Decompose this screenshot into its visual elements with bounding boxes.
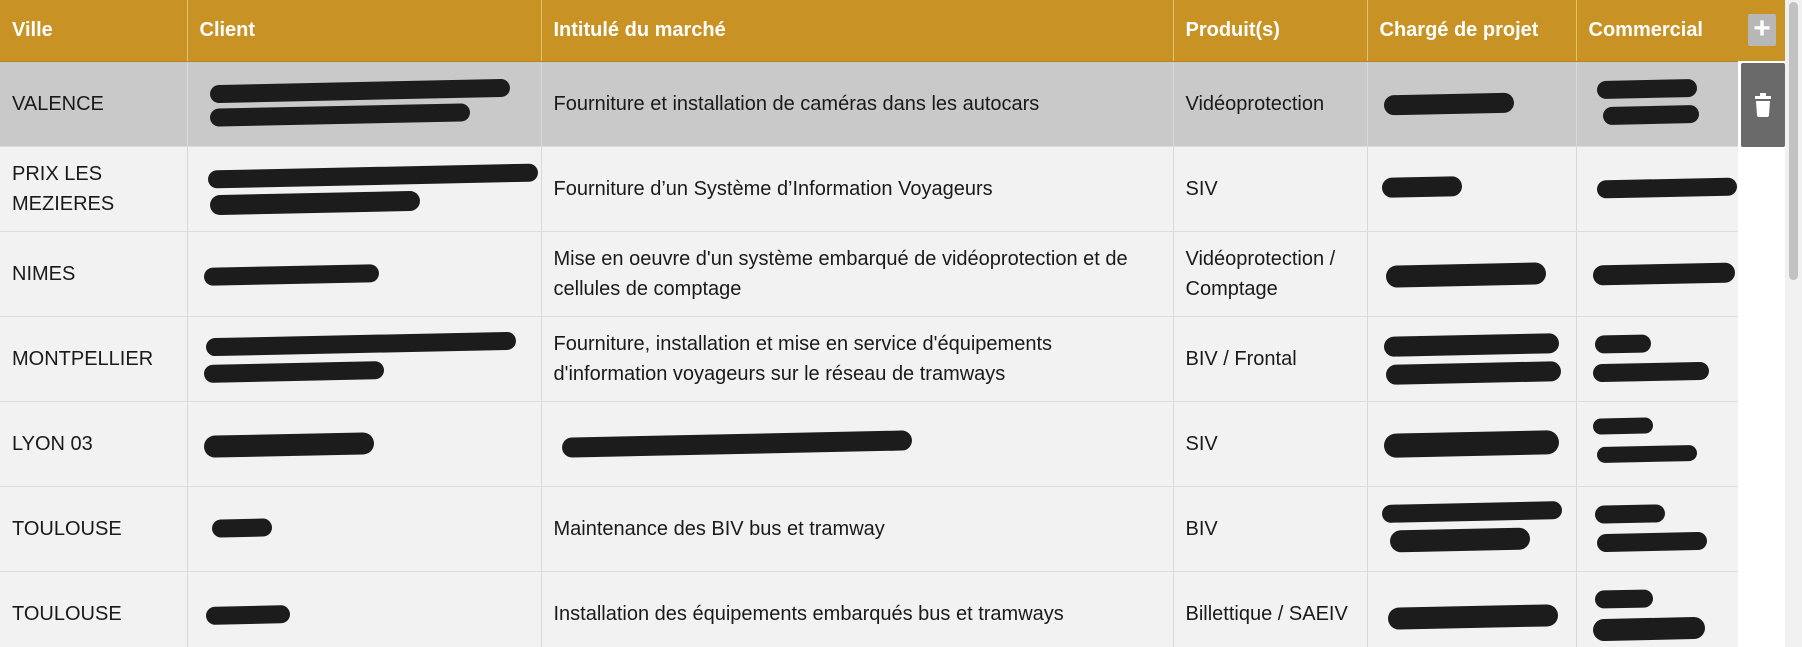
cell-ville: PRIX LES MEZIERES [0, 146, 188, 232]
redaction-mark [554, 414, 1161, 474]
row-actions-column: + [1738, 0, 1785, 647]
cell-client-redacted [187, 486, 542, 572]
cell-intitule: Fourniture et installation de caméras da… [541, 61, 1174, 147]
cell-produits: Vidéoprotection [1173, 61, 1368, 147]
redaction-mark [200, 499, 529, 559]
header-produits[interactable]: Produit(s) [1173, 0, 1368, 62]
trash-icon [1755, 93, 1771, 117]
scrollbar-thumb[interactable] [1789, 2, 1798, 280]
cell-charge-redacted [1367, 61, 1577, 147]
table-row[interactable]: TOULOUSE Maintenance des BIV bus et tram… [0, 486, 1739, 572]
redaction-mark [1380, 499, 1564, 559]
redaction-mark [1380, 414, 1564, 474]
cell-client-redacted [187, 571, 542, 647]
redaction-mark [200, 159, 538, 219]
cell-ville: MONTPELLIER [0, 316, 188, 402]
redaction-mark [1380, 329, 1564, 389]
redaction-mark [1589, 244, 1735, 304]
table-row[interactable]: VALENCE Fourniture et installation de ca… [0, 61, 1739, 147]
vertical-scrollbar[interactable] [1785, 0, 1802, 647]
cell-intitule-redacted [541, 401, 1174, 487]
redaction-mark [200, 329, 529, 389]
cell-client-redacted [187, 61, 542, 147]
cell-produits: BIV [1173, 486, 1368, 572]
cell-commercial-redacted [1576, 401, 1739, 487]
header-charge-de-projet[interactable]: Chargé de projet [1367, 0, 1577, 62]
cell-ville: LYON 03 [0, 401, 188, 487]
plus-icon: + [1753, 12, 1771, 45]
redaction-mark [1380, 74, 1564, 134]
add-row-button[interactable]: + [1748, 14, 1776, 46]
cell-client-redacted [187, 231, 542, 317]
cell-charge-redacted [1367, 231, 1577, 317]
cell-produits: SIV [1173, 146, 1368, 232]
table-row[interactable]: TOULOUSE Installation des équipements em… [0, 571, 1739, 647]
cell-client-redacted [187, 316, 542, 402]
redaction-mark [1380, 159, 1564, 219]
markets-table: Ville Client Intitulé du marché Produit(… [0, 0, 1739, 647]
cell-charge-redacted [1367, 401, 1577, 487]
cell-produits: Vidéoprotection / Comptage [1173, 231, 1368, 317]
cell-commercial-redacted [1576, 231, 1739, 317]
cell-produits: BIV / Frontal [1173, 316, 1368, 402]
cell-intitule: Maintenance des BIV bus et tramway [541, 486, 1174, 572]
delete-row-button[interactable] [1741, 63, 1785, 147]
cell-charge-redacted [1367, 316, 1577, 402]
cell-intitule: Fourniture d’un Système d’Information Vo… [541, 146, 1174, 232]
cell-intitule: Installation des équipements embarqués b… [541, 571, 1174, 647]
cell-commercial-redacted [1576, 316, 1739, 402]
cell-charge-redacted [1367, 146, 1577, 232]
redaction-mark [1589, 499, 1726, 559]
header-client[interactable]: Client [187, 0, 542, 62]
cell-ville: VALENCE [0, 61, 188, 147]
cell-charge-redacted [1367, 486, 1577, 572]
cell-intitule: Mise en oeuvre d'un système embarqué de … [541, 231, 1174, 317]
table-row[interactable]: PRIX LES MEZIERES Fourniture d’un Systèm… [0, 146, 1739, 232]
redaction-mark [1589, 74, 1726, 134]
cell-charge-redacted [1367, 571, 1577, 647]
cell-produits: SIV [1173, 401, 1368, 487]
header-ville[interactable]: Ville [0, 0, 188, 62]
redaction-mark [1589, 584, 1726, 644]
cell-commercial-redacted [1576, 146, 1739, 232]
cell-ville: NIMES [0, 231, 188, 317]
cell-client-redacted [187, 401, 542, 487]
cell-commercial-redacted [1576, 486, 1739, 572]
redaction-mark [1589, 329, 1726, 389]
data-table-view: Ville Client Intitulé du marché Produit(… [0, 0, 1802, 647]
redaction-mark [1589, 159, 1737, 219]
redaction-mark [1380, 244, 1564, 304]
cell-commercial-redacted [1576, 571, 1739, 647]
header-intitule[interactable]: Intitulé du marché [541, 0, 1174, 62]
redaction-mark [200, 584, 529, 644]
redaction-mark [1380, 584, 1564, 644]
table-header-row: Ville Client Intitulé du marché Produit(… [0, 0, 1739, 62]
cell-ville: TOULOUSE [0, 486, 188, 572]
add-row-header: + [1738, 0, 1785, 61]
cell-ville: TOULOUSE [0, 571, 188, 647]
redaction-mark [200, 244, 529, 304]
redaction-mark [200, 74, 529, 134]
table-row[interactable]: NIMES Mise en oeuvre d'un système embarq… [0, 231, 1739, 317]
table-row[interactable]: LYON 03 SIV [0, 401, 1739, 487]
cell-commercial-redacted [1576, 61, 1739, 147]
redaction-mark [1589, 414, 1726, 474]
redaction-mark [200, 414, 529, 474]
table-row[interactable]: MONTPELLIER Fourniture, installation et … [0, 316, 1739, 402]
header-commercial[interactable]: Commercial [1576, 0, 1739, 62]
cell-client-redacted [187, 146, 542, 232]
cell-intitule: Fourniture, installation et mise en serv… [541, 316, 1174, 402]
cell-produits: Billettique / SAEIV [1173, 571, 1368, 647]
